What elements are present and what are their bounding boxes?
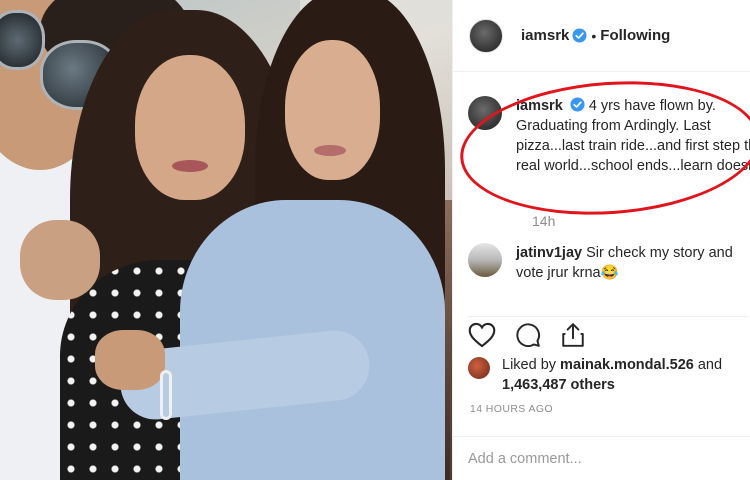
woman-left-lips — [172, 160, 208, 172]
caption-time[interactable]: 14h — [532, 213, 555, 229]
caption-body: iamsrk 4 yrs have flown by. Graduating f… — [516, 96, 750, 176]
woman-right-face — [285, 40, 380, 180]
woman-right-lips — [314, 145, 346, 156]
liker-username[interactable]: mainak.mondal.526 — [560, 357, 694, 373]
following-button[interactable]: Following — [600, 27, 670, 44]
hand — [95, 330, 165, 390]
likes-summary: Liked by mainak.mondal.526 and 1,463,487… — [468, 355, 722, 395]
sunglasses-left-lens — [0, 10, 45, 70]
verified-badge-icon — [572, 28, 587, 43]
caption: iamsrk 4 yrs have flown by. Graduating f… — [468, 96, 750, 176]
liker-avatar[interactable] — [468, 357, 490, 379]
bracelet — [160, 370, 172, 420]
verified-badge-icon — [570, 97, 585, 112]
heart-icon[interactable] — [468, 322, 496, 348]
post-photo[interactable] — [0, 0, 452, 480]
add-comment-input[interactable]: Add a comment... — [452, 436, 750, 480]
likes-count[interactable]: 1,463,487 others — [502, 377, 615, 393]
caption-username[interactable]: iamsrk — [516, 98, 563, 114]
post-header: iamsrk • Following — [453, 0, 750, 72]
post-timestamp[interactable]: 14 HOURS AGO — [470, 403, 553, 415]
caption-avatar[interactable] — [468, 96, 502, 130]
header-username[interactable]: iamsrk — [521, 27, 569, 44]
comment-username[interactable]: jatinv1jay — [516, 245, 582, 261]
avatar[interactable] — [469, 18, 503, 53]
hand-left — [20, 220, 100, 300]
woman-left-face — [135, 55, 245, 200]
separator-dot: • — [591, 27, 597, 44]
action-bar — [468, 316, 748, 350]
likes-text: Liked by mainak.mondal.526 and 1,463,487… — [502, 355, 722, 395]
likes-and: and — [697, 357, 723, 373]
share-icon[interactable] — [560, 322, 586, 348]
comment-item: jatinv1jay Sir check my story and vote j… — [468, 243, 750, 283]
comment-icon[interactable] — [514, 322, 542, 348]
likes-prefix: Liked by — [502, 357, 557, 373]
commenter-avatar[interactable] — [468, 243, 502, 277]
comment-body: jatinv1jay Sir check my story and vote j… — [516, 243, 750, 283]
